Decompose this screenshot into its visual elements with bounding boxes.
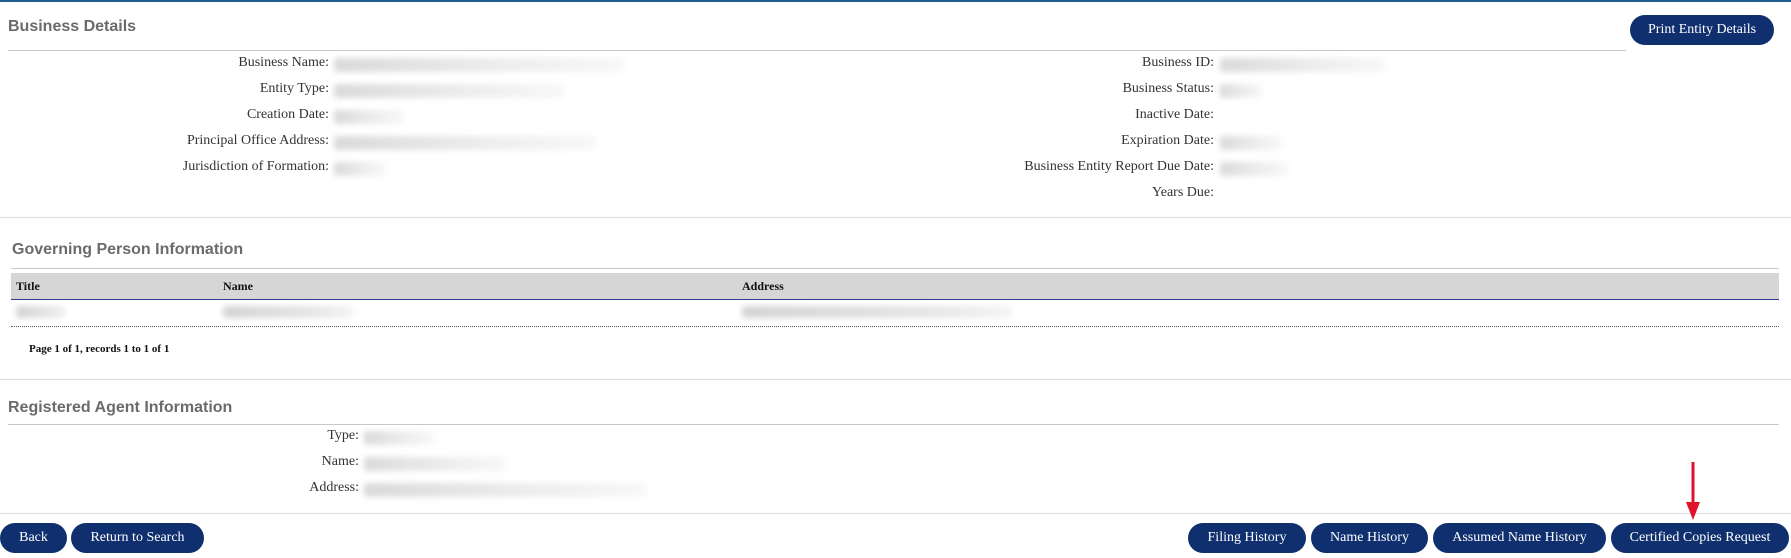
inactive-date-label: Inactive Date: (1135, 107, 1214, 122)
pagination-summary: Page 1 of 1, records 1 to 1 of 1 (29, 343, 170, 355)
creation-date-label: Creation Date: (246, 107, 329, 122)
column-name: Name (223, 279, 253, 293)
agent-address-label: Address: (309, 480, 359, 495)
business-details-rule (8, 50, 1626, 51)
report-due-date-label: Business Entity Report Due Date: (1024, 159, 1214, 174)
registered-agent-title: Registered Agent Information (8, 399, 233, 416)
governing-person-rule (11, 268, 1779, 269)
registered-agent-rule (8, 424, 1779, 425)
entity-type-value-redacted (334, 84, 564, 98)
assumed-name-history-button[interactable]: Assumed Name History (1433, 523, 1606, 553)
agent-name-value-redacted (364, 457, 506, 471)
principal-office-address-value-redacted (334, 136, 596, 150)
column-title: Title (16, 279, 40, 293)
top-accent-bar (0, 0, 1791, 2)
filing-history-button[interactable]: Filing History (1188, 523, 1306, 553)
red-arrow-down-icon (1686, 462, 1700, 520)
governing-person-title: Governing Person Information (12, 241, 244, 258)
agent-name-label: Name: (321, 454, 359, 469)
years-due-label: Years Due: (1152, 185, 1214, 200)
creation-date-value-redacted (334, 110, 404, 124)
column-address: Address (742, 279, 784, 293)
return-to-search-button[interactable]: Return to Search (71, 523, 204, 553)
agent-type-label: Type: (327, 428, 359, 443)
report-due-date-value-redacted (1220, 162, 1288, 176)
expiration-date-label: Expiration Date: (1121, 133, 1214, 148)
business-status-value-redacted (1220, 84, 1262, 98)
business-id-label: Business ID: (1142, 55, 1214, 70)
agent-address-value-redacted (364, 483, 646, 497)
entity-type-label: Entity Type: (259, 81, 329, 96)
certified-copies-request-button[interactable]: Certified Copies Request (1611, 523, 1789, 553)
name-history-button[interactable]: Name History (1311, 523, 1428, 553)
business-name-label: Business Name: (238, 55, 329, 70)
business-status-label: Business Status: (1122, 81, 1214, 96)
section-divider-1 (0, 217, 1791, 218)
governing-person-table: Title Name Address (11, 273, 1779, 327)
principal-office-address-label: Principal Office Address: (186, 133, 329, 148)
jurisdiction-of-formation-label: Jurisdiction of Formation: (182, 159, 329, 174)
row-name-redacted (223, 306, 353, 318)
back-button[interactable]: Back (0, 523, 67, 553)
business-name-value-redacted (334, 58, 624, 72)
section-divider-2 (0, 379, 1791, 380)
row-address-redacted (742, 306, 1012, 318)
governing-person-table-header: Title Name Address (11, 273, 1779, 300)
business-id-value-redacted (1220, 58, 1385, 72)
expiration-date-value-redacted (1220, 136, 1282, 150)
business-details-title: Business Details (8, 18, 137, 35)
row-title-redacted (16, 306, 66, 318)
table-row[interactable] (11, 300, 1779, 327)
jurisdiction-value-redacted (334, 162, 386, 176)
agent-type-value-redacted (364, 431, 434, 445)
print-entity-details-button[interactable]: Print Entity Details (1630, 15, 1775, 45)
section-divider-3 (0, 513, 1791, 514)
